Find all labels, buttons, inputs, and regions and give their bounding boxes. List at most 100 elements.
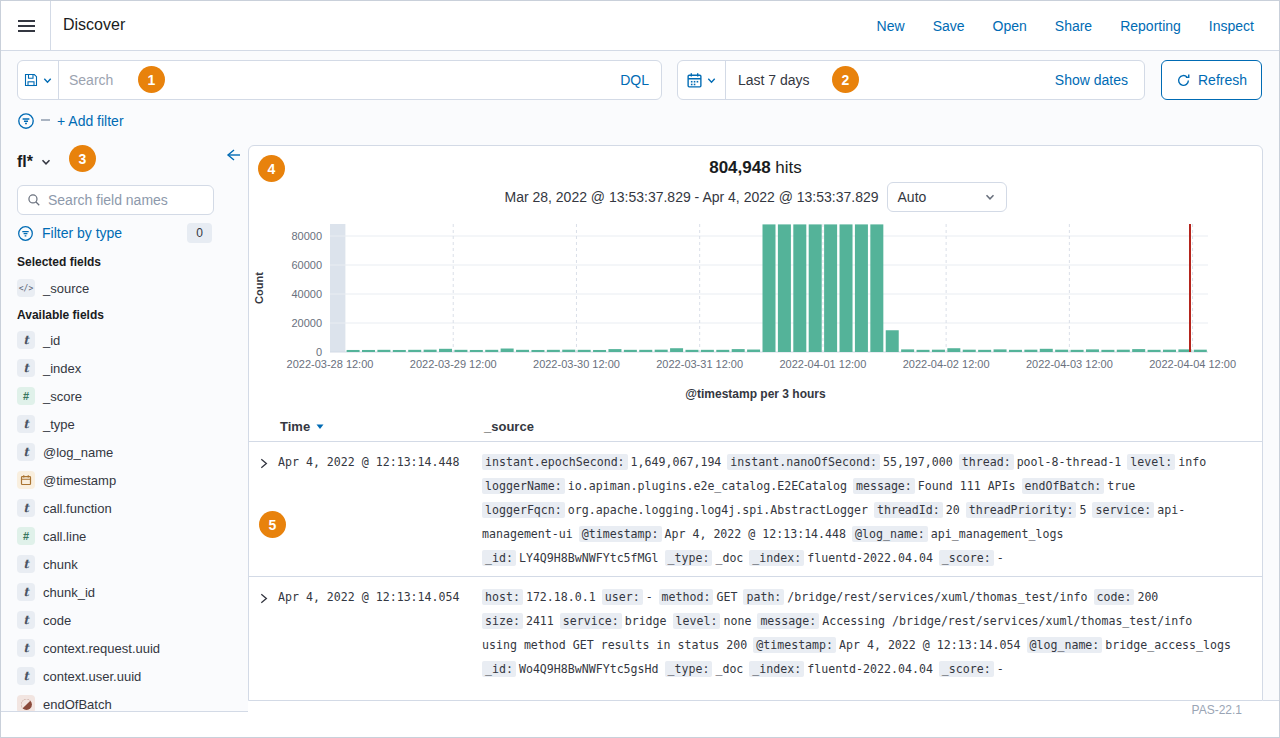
divider — [1263, 700, 1280, 701]
histogram-bar — [608, 349, 621, 352]
field-key: method: — [659, 589, 714, 605]
field-value: 55,197,000 — [883, 455, 953, 469]
time-range-label[interactable]: Last 7 days — [726, 72, 810, 88]
histogram-chart[interactable]: 0200004000060000800002022-03-28 12:00202… — [249, 219, 1262, 371]
field-label: _score — [43, 389, 82, 404]
show-dates-link[interactable]: Show dates — [1055, 72, 1144, 88]
svg-text:2022-04-04 12:00: 2022-04-04 12:00 — [1149, 358, 1236, 370]
filter-icon[interactable] — [17, 112, 35, 134]
callout-4: 4 — [258, 155, 285, 182]
sort-down-icon[interactable] — [315, 421, 325, 431]
refresh-label: Refresh — [1198, 72, 1247, 88]
field-value: fluentd-2022.04.04 — [807, 551, 933, 565]
field-item-@timestamp[interactable]: @timestamp — [17, 466, 232, 494]
time-column-header[interactable]: Time — [280, 419, 310, 434]
number-field-icon: # — [17, 527, 35, 545]
field-value: bridge — [625, 614, 667, 628]
collapse-sidebar-icon[interactable] — [225, 147, 241, 167]
histogram-bar — [886, 330, 899, 352]
histogram-bar — [1009, 350, 1022, 352]
refresh-button[interactable]: Refresh — [1161, 60, 1262, 100]
field-item-call.function[interactable]: tcall.function — [17, 494, 232, 522]
field-item-chunk[interactable]: tchunk — [17, 550, 232, 578]
interval-select[interactable]: Auto — [887, 182, 1007, 212]
field-value: using method GET results in status 200 — [482, 638, 747, 652]
field-label: chunk — [43, 557, 78, 572]
field-item-code[interactable]: tcode — [17, 606, 232, 634]
fields-sidebar: fl* Search field names Filter by type 0 … — [1, 141, 248, 712]
string-field-icon: t — [17, 359, 35, 377]
number-field-icon: # — [17, 387, 35, 405]
menu-icon[interactable] — [14, 13, 42, 39]
histogram-bar — [701, 350, 714, 352]
field-item-_source[interactable]: </>_source — [17, 274, 232, 302]
histogram-bar — [762, 224, 775, 352]
bottom-strip — [248, 701, 1279, 737]
histogram-bar — [454, 350, 467, 352]
document-table: Apr 4, 2022 @ 12:13:14.448instant.epochS… — [249, 442, 1262, 687]
field-search-box[interactable]: Search field names — [17, 185, 214, 215]
svg-text:2022-04-01 12:00: 2022-04-01 12:00 — [779, 358, 866, 370]
field-item-_index[interactable]: t _index — [17, 354, 232, 382]
expand-row-icon[interactable] — [249, 585, 278, 681]
string-field-icon: t — [17, 639, 35, 657]
query-language-button[interactable]: DQL — [620, 72, 661, 88]
field-label: endOfBatch — [43, 697, 112, 712]
index-pattern-selector[interactable]: fl* — [17, 153, 33, 171]
field-key: _index: — [749, 550, 804, 566]
calendar-icon — [686, 72, 703, 89]
histogram-bar — [1163, 350, 1176, 352]
field-key: user: — [602, 589, 643, 605]
selected-fields-header: Selected fields — [17, 255, 232, 269]
svg-text:2022-04-02 12:00: 2022-04-02 12:00 — [903, 358, 990, 370]
histogram-bar — [932, 350, 945, 352]
nav-link-share[interactable]: Share — [1055, 18, 1092, 34]
histogram-bar — [593, 350, 606, 352]
field-item-_id[interactable]: t_id — [17, 326, 232, 354]
svg-text:80000: 80000 — [291, 230, 322, 242]
field-item-_score[interactable]: # _score — [17, 382, 232, 410]
nav-link-open[interactable]: Open — [993, 18, 1027, 34]
field-item-context.user.uuid[interactable]: tcontext.user.uuid — [17, 662, 232, 690]
field-item-chunk_id[interactable]: tchunk_id — [17, 578, 232, 606]
field-key: threadPriority: — [966, 502, 1077, 518]
field-key: endOfBatch: — [1022, 478, 1105, 494]
nav-link-new[interactable]: New — [877, 18, 905, 34]
field-item-_type[interactable]: t_type — [17, 410, 232, 438]
row-timestamp: Apr 4, 2022 @ 12:13:14.054 — [278, 585, 482, 681]
search-bar[interactable]: Search DQL — [17, 60, 662, 100]
field-value: 20 — [946, 503, 960, 517]
boolean-field-icon — [17, 695, 35, 712]
field-value: 5 — [1079, 503, 1086, 517]
field-label: _type — [43, 417, 75, 432]
histogram-bar — [347, 350, 360, 352]
histogram-bar — [578, 350, 591, 352]
nav-link-reporting[interactable]: Reporting — [1120, 18, 1181, 34]
expand-row-icon[interactable] — [249, 450, 278, 570]
saved-query-button[interactable] — [18, 61, 59, 99]
discover-page: Discover NewSaveOpenShareReportingInspec… — [0, 0, 1280, 738]
svg-text:2022-03-29 12:00: 2022-03-29 12:00 — [410, 358, 497, 370]
field-value: _doc — [715, 551, 743, 565]
field-key: size: — [482, 613, 523, 629]
field-item-endOfBatch[interactable]: endOfBatch — [17, 690, 232, 712]
selected-fields-list: </>_source — [17, 274, 232, 302]
calendar-dropdown-button[interactable] — [678, 61, 726, 99]
field-item-call.line[interactable]: #call.line — [17, 522, 232, 550]
table-row: Apr 4, 2022 @ 12:13:14.054host:172.18.0.… — [249, 577, 1262, 687]
add-filter-link[interactable]: + Add filter — [57, 113, 124, 129]
filter-by-type-link[interactable]: Filter by type — [42, 225, 122, 241]
histogram-bar — [547, 350, 560, 352]
field-key: _id: — [482, 550, 516, 566]
field-item-@log_name[interactable]: t@log_name — [17, 438, 232, 466]
field-value: api_management_logs — [931, 527, 1064, 541]
field-item-context.request.uuid[interactable]: tcontext.request.uuid — [17, 634, 232, 662]
histogram-bar — [439, 349, 452, 352]
nav-link-save[interactable]: Save — [933, 18, 965, 34]
field-label: _index — [43, 361, 81, 376]
chevron-down-icon[interactable] — [40, 156, 52, 168]
field-value: - — [997, 551, 1004, 565]
nav-link-inspect[interactable]: Inspect — [1209, 18, 1254, 34]
string-field-icon: t — [17, 667, 35, 685]
filter-dash — [41, 119, 50, 121]
